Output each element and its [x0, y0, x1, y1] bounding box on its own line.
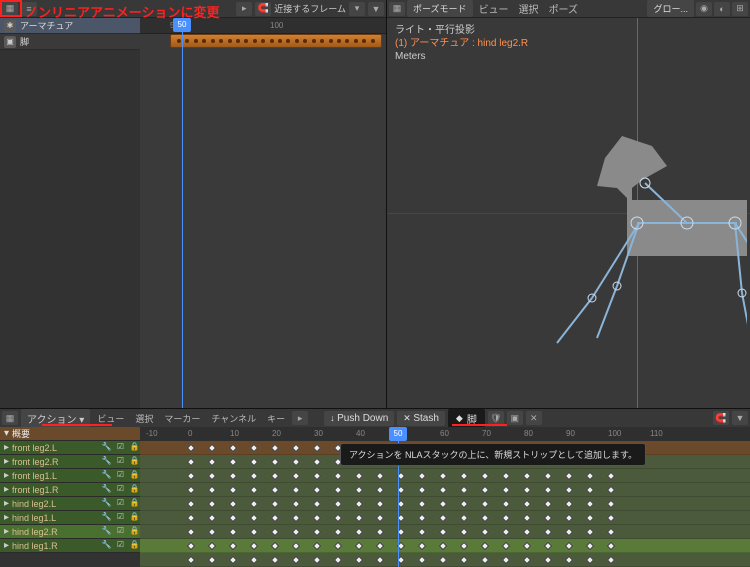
menu-select[interactable]: 選択: [131, 412, 157, 425]
playhead[interactable]: 50: [182, 18, 183, 408]
keyframe-row[interactable]: [140, 497, 750, 511]
overlay-l3: Meters: [395, 50, 528, 63]
ruler-tick: 100: [270, 21, 283, 30]
filter-icon[interactable]: ▼: [732, 411, 748, 425]
dopesheet-editor: ▦ アクション ▾ ビュー 選択 マーカー チャンネル キー ▸ ↓ Push …: [0, 408, 750, 567]
menu-select[interactable]: 選択: [515, 1, 543, 16]
snap-label: 近接するフレーム: [274, 2, 346, 15]
channel-row[interactable]: ▸front leg2.R🔧☑🔒: [0, 455, 140, 469]
channel-row[interactable]: ▸front leg1.R🔧☑🔒: [0, 483, 140, 497]
viewport: ▦ ポーズモード ビュー 選択 ポーズ グロー... ◉ ◐ ⊞ ライト・平行投…: [387, 0, 750, 408]
nla-channel-tree: ✱ アーマチュア ▣ 脚: [0, 18, 140, 408]
orientation-select[interactable]: グロー...: [647, 0, 694, 17]
keyframe-row[interactable]: [140, 483, 750, 497]
overlay-icon[interactable]: ◉: [696, 2, 712, 16]
filter-icon[interactable]: ▼: [368, 2, 384, 16]
armature-icon: ✱: [4, 20, 16, 32]
horse-armature: [477, 128, 747, 348]
stash-button[interactable]: ✕ Stash: [397, 411, 445, 426]
annotation-underline: [452, 424, 507, 426]
arrow-icon[interactable]: ▸: [236, 2, 252, 16]
menu-view[interactable]: ビュー: [93, 412, 128, 425]
fake-user-icon[interactable]: 🛡: [488, 411, 504, 425]
overlay-l1: ライト・平行投影: [395, 24, 528, 37]
snap-icon[interactable]: 🧲: [713, 411, 729, 425]
annotation-underline: [42, 424, 112, 426]
channel-row[interactable]: ▸hind leg1.R🔧☑🔒: [0, 539, 140, 553]
keyframe-row[interactable]: [140, 525, 750, 539]
shading-icon[interactable]: ◐: [714, 2, 730, 16]
annotation-box: [0, 0, 22, 17]
keyframe-row[interactable]: [140, 469, 750, 483]
summary-row[interactable]: ▾ 概要: [0, 427, 140, 441]
nla-strip[interactable]: [170, 34, 382, 48]
menu-key[interactable]: キー: [263, 412, 289, 425]
arrow-icon[interactable]: ▸: [292, 411, 308, 425]
snap-icon[interactable]: 🧲: [255, 2, 271, 16]
tooltip: アクションを NLAスタックの上に、新規ストリップとして追加します。: [340, 443, 646, 466]
action-icon: ▣: [4, 36, 16, 48]
keyframe-row[interactable]: [140, 511, 750, 525]
tri-icon: ▾: [4, 428, 9, 439]
playhead-frame: 50: [389, 427, 407, 441]
dopesheet-timeline[interactable]: -100102030405060708090100110 50 アクションを N…: [140, 427, 750, 567]
editor-type-icon[interactable]: ▦: [389, 2, 405, 16]
nla-track-action[interactable]: ▣ 脚: [0, 34, 140, 50]
viewport-overlay-text: ライト・平行投影 (1) アーマチュア : hind leg2.R Meters: [395, 24, 528, 63]
menu-pose[interactable]: ポーズ: [545, 1, 583, 16]
chevron-down-icon[interactable]: ▾: [349, 2, 365, 16]
push-down-button[interactable]: ↓ Push Down: [324, 411, 394, 426]
new-action-icon[interactable]: ▣: [507, 411, 523, 425]
dopesheet-channel-tree: ▾ 概要 ▸front leg2.L🔧☑🔒▸front leg2.R🔧☑🔒▸fr…: [0, 427, 140, 567]
dopesheet-header: ▦ アクション ▾ ビュー 選択 マーカー チャンネル キー ▸ ↓ Push …: [0, 409, 750, 427]
keyframe-row[interactable]: [140, 553, 750, 567]
editor-type-icon[interactable]: ▦: [2, 411, 18, 425]
nla-timeline[interactable]: 50 100 50: [140, 18, 386, 408]
dopesheet-ruler[interactable]: -100102030405060708090100110: [140, 427, 750, 441]
xray-icon[interactable]: ⊞: [732, 2, 748, 16]
keyframe-row[interactable]: [140, 539, 750, 553]
menu-marker[interactable]: マーカー: [160, 412, 204, 425]
viewport-3d[interactable]: ライト・平行投影 (1) アーマチュア : hind leg2.R Meters: [387, 18, 750, 408]
nla-editor: ▦ ≡ ▸ 🧲 近接するフレーム ▾ ▼ ✱ アーマチュア ▣ 脚: [0, 0, 387, 408]
viewport-header: ▦ ポーズモード ビュー 選択 ポーズ グロー... ◉ ◐ ⊞: [387, 0, 750, 18]
menu-channel[interactable]: チャンネル: [207, 412, 260, 425]
annotation-label: ノンリニアアニメーションに変更: [25, 2, 219, 21]
overlay-l2: (1) アーマチュア : hind leg2.R: [395, 37, 528, 50]
strip-name: 脚: [20, 35, 29, 48]
menu-view[interactable]: ビュー: [475, 1, 513, 16]
channel-row[interactable]: ▸front leg2.L🔧☑🔒: [0, 441, 140, 455]
channel-row[interactable]: ▸hind leg2.R🔧☑🔒: [0, 525, 140, 539]
mode-select[interactable]: ポーズモード: [407, 0, 473, 17]
channel-row[interactable]: ▸hind leg2.L🔧☑🔒: [0, 497, 140, 511]
summary-label: 概要: [12, 427, 140, 440]
channel-row[interactable]: ▸hind leg1.L🔧☑🔒: [0, 511, 140, 525]
channel-row[interactable]: ▸front leg1.L🔧☑🔒: [0, 469, 140, 483]
unlink-icon[interactable]: ✕: [526, 411, 542, 425]
